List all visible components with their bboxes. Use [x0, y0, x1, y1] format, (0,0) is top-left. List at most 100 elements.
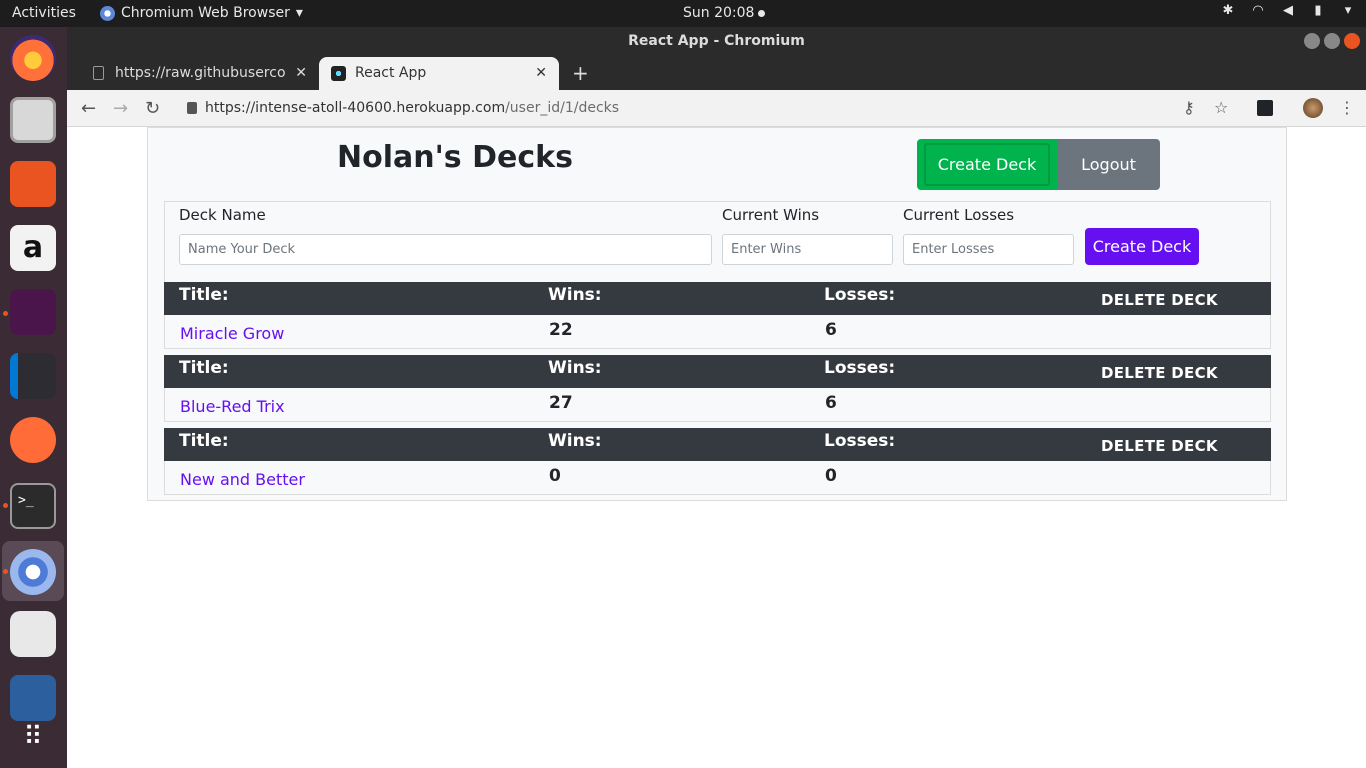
tab-react-app[interactable]: React App ✕ — [319, 57, 559, 90]
back-icon[interactable]: ← — [81, 98, 96, 119]
react-icon — [331, 66, 346, 81]
url-host: https://intense-atoll-40600.herokuapp.co… — [205, 100, 506, 116]
losses-header: Losses: — [824, 358, 896, 378]
files-icon[interactable] — [10, 97, 56, 143]
deck-wins: 22 — [549, 320, 573, 340]
dock: a >_ ⠿ — [0, 27, 67, 768]
star-icon[interactable]: ☆ — [1214, 98, 1228, 117]
running-indicator — [3, 503, 8, 508]
deck-card: Title: Wins: Losses: DELETE DECK New and… — [164, 428, 1271, 495]
amazon-icon[interactable]: a — [10, 225, 56, 271]
losses-header: Losses: — [824, 431, 896, 451]
create-deck-toggle-label: Create Deck — [923, 143, 1051, 186]
react-devtools-icon[interactable] — [1257, 100, 1273, 116]
key-icon[interactable]: ⚷ — [1183, 98, 1195, 117]
notification-dot-icon — [758, 9, 766, 17]
tab-raw-github[interactable]: https://raw.githubuserco ✕ — [79, 57, 319, 90]
create-deck-form: Deck Name Current Wins Current Losses Cr… — [164, 201, 1271, 283]
new-tab-icon[interactable]: + — [572, 61, 589, 85]
title-header: Title: — [179, 285, 229, 305]
minimize-icon[interactable] — [1304, 33, 1320, 49]
activities-button[interactable]: Activities — [12, 5, 76, 21]
wins-input[interactable] — [722, 234, 893, 265]
title-header: Title: — [179, 431, 229, 451]
losses-label: Current Losses — [903, 206, 1015, 224]
slack-icon[interactable] — [10, 289, 56, 335]
deck-row: New and Better 0 0 — [164, 461, 1271, 495]
maximize-icon[interactable] — [1324, 33, 1340, 49]
url-path: /user_id/1/decks — [505, 100, 620, 116]
clock[interactable]: Sun 20:08 — [683, 5, 766, 21]
reload-icon[interactable]: ↻ — [145, 98, 160, 119]
forward-icon[interactable]: → — [113, 98, 128, 119]
deck-losses: 6 — [825, 393, 837, 413]
close-window-icon[interactable] — [1344, 33, 1360, 49]
clock-label: Sun 20:08 — [683, 5, 755, 21]
header-button-group: Create Deck Logout — [917, 139, 1160, 190]
deck-name-input[interactable] — [179, 234, 712, 265]
tab-strip: https://raw.githubuserco ✕ React App ✕ + — [67, 55, 1366, 90]
app-menu-label: Chromium Web Browser — [121, 5, 290, 21]
deck-wins: 0 — [549, 466, 561, 486]
deck-losses: 6 — [825, 320, 837, 340]
deck-card: Title: Wins: Losses: DELETE DECK Blue-Re… — [164, 355, 1271, 422]
chevron-down-icon: ▾ — [295, 5, 303, 21]
wins-header: Wins: — [548, 285, 602, 305]
wins-label: Current Wins — [722, 206, 820, 224]
deck-header: Title: Wins: Losses: DELETE DECK — [164, 282, 1271, 315]
battery-icon: ▮ — [1314, 3, 1322, 18]
tab-label: React App — [355, 65, 427, 81]
window-controls — [1304, 33, 1360, 49]
deck-name-label: Deck Name — [179, 206, 266, 224]
decks-container: Nolan's Decks Create Deck Logout Deck Na… — [147, 127, 1287, 501]
avatar[interactable] — [1303, 98, 1323, 118]
address-bar[interactable]: https://intense-atoll-40600.herokuapp.co… — [187, 96, 619, 120]
wifi-icon: ◠ — [1252, 3, 1264, 18]
delete-deck-button[interactable]: DELETE DECK — [1101, 364, 1218, 382]
create-deck-toggle-button[interactable]: Create Deck — [917, 139, 1057, 190]
deck-row: Blue-Red Trix 27 6 — [164, 388, 1271, 422]
slack-tray-icon[interactable]: ✱ — [1220, 3, 1236, 19]
menu-icon[interactable]: ⋮ — [1339, 98, 1355, 117]
system-top-bar: Activities Chromium Web Browser ▾ Sun 20… — [0, 0, 1366, 27]
delete-deck-button[interactable]: DELETE DECK — [1101, 291, 1218, 309]
deck-wins: 27 — [549, 393, 573, 413]
running-indicator — [3, 311, 8, 316]
deck-header: Title: Wins: Losses: DELETE DECK — [164, 428, 1271, 461]
postman-icon[interactable] — [10, 417, 56, 463]
deck-row: Miracle Grow 22 6 — [164, 315, 1271, 349]
firefox-icon[interactable] — [10, 35, 56, 81]
page-viewport: Nolan's Decks Create Deck Logout Deck Na… — [67, 127, 1366, 768]
terminal-icon[interactable]: >_ — [10, 483, 56, 529]
running-indicator — [3, 569, 8, 574]
wins-header: Wins: — [548, 431, 602, 451]
submit-create-deck-button[interactable]: Create Deck — [1085, 228, 1199, 265]
close-icon[interactable]: ✕ — [535, 57, 547, 90]
vscode-icon[interactable] — [10, 353, 56, 399]
app-icon[interactable] — [10, 675, 56, 721]
window-title: React App - Chromium — [628, 33, 805, 49]
tab-label: https://raw.githubuserco — [115, 65, 286, 81]
window-titlebar[interactable]: React App - Chromium — [67, 27, 1366, 55]
deck-title-link[interactable]: Blue-Red Trix — [180, 397, 285, 416]
browser-toolbar: ← → ↻ https://intense-atoll-40600.heroku… — [67, 90, 1366, 127]
deck-header: Title: Wins: Losses: DELETE DECK — [164, 355, 1271, 388]
app-menu[interactable]: Chromium Web Browser ▾ — [100, 5, 303, 21]
close-icon[interactable]: ✕ — [295, 57, 307, 90]
chevron-down-icon: ▾ — [1344, 3, 1352, 18]
show-applications-icon[interactable]: ⠿ — [10, 717, 56, 763]
software-center-icon[interactable] — [10, 161, 56, 207]
system-tray[interactable]: ✱ ◠ ◀ ▮ ▾ — [1220, 3, 1356, 19]
delete-deck-button[interactable]: DELETE DECK — [1101, 437, 1218, 455]
logout-button[interactable]: Logout — [1057, 139, 1160, 190]
deck-losses: 0 — [825, 466, 837, 486]
losses-input[interactable] — [903, 234, 1074, 265]
deck-card: Title: Wins: Losses: DELETE DECK Miracle… — [164, 282, 1271, 349]
chromium-icon[interactable] — [10, 549, 56, 595]
deck-title-link[interactable]: New and Better — [180, 470, 305, 489]
chromium-icon — [100, 5, 115, 21]
rhythmbox-icon[interactable] — [10, 611, 56, 657]
wins-header: Wins: — [548, 358, 602, 378]
title-header: Title: — [179, 358, 229, 378]
deck-title-link[interactable]: Miracle Grow — [180, 324, 284, 343]
